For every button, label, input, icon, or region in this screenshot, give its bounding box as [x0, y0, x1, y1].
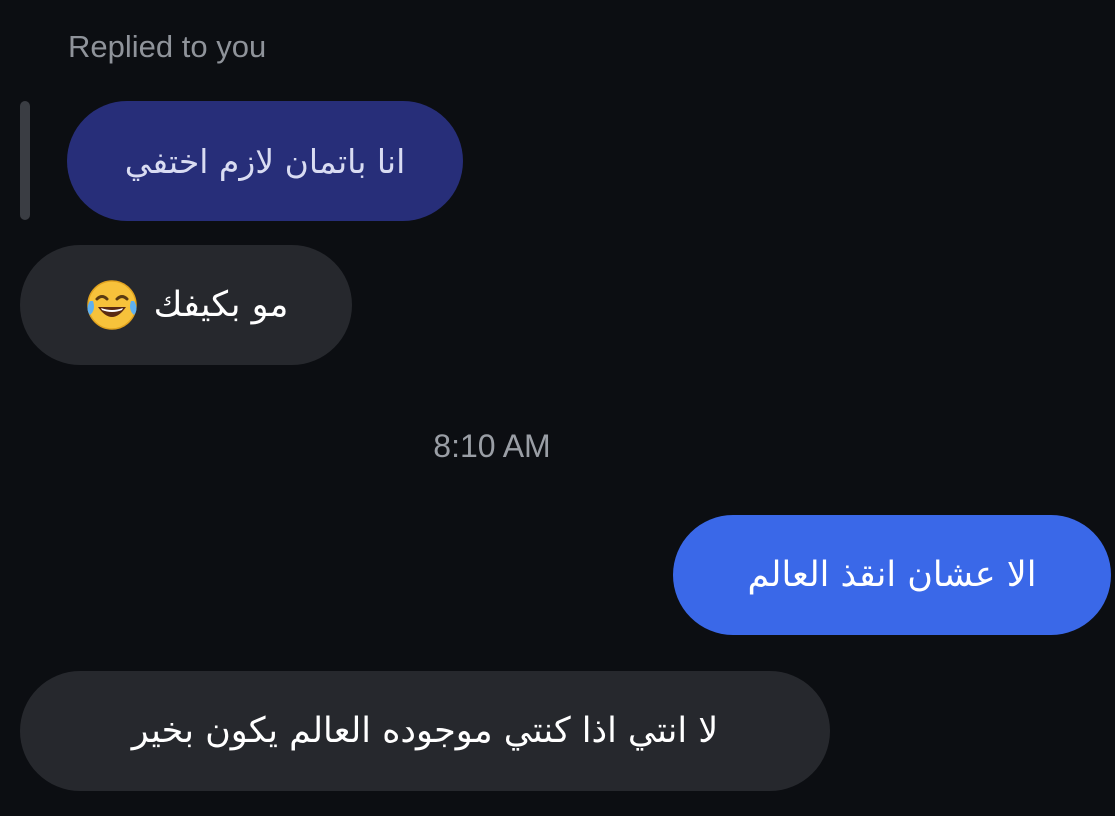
replied-to-you-label: Replied to you	[68, 29, 267, 64]
face-with-tears-of-joy-icon	[84, 277, 140, 333]
quoted-message-text: انا باتمان لازم اختفي	[124, 141, 406, 181]
quoted-message-bubble[interactable]: انا باتمان لازم اختفي	[67, 101, 463, 221]
reply-indicator-bar	[20, 101, 30, 220]
message-text: لا انتي اذا كنتي موجوده العالم يكون بخير	[131, 710, 719, 751]
message-text: الا عشان انقذ العالم	[747, 554, 1037, 595]
message-text: مو بكيفك	[153, 284, 289, 325]
outgoing-message-bubble[interactable]: الا عشان انقذ العالم	[673, 515, 1111, 635]
timestamp: 8:10 AM	[433, 428, 551, 464]
incoming-message-bubble[interactable]: مو بكيفك	[20, 245, 352, 365]
incoming-message-bubble[interactable]: لا انتي اذا كنتي موجوده العالم يكون بخير	[20, 671, 830, 791]
